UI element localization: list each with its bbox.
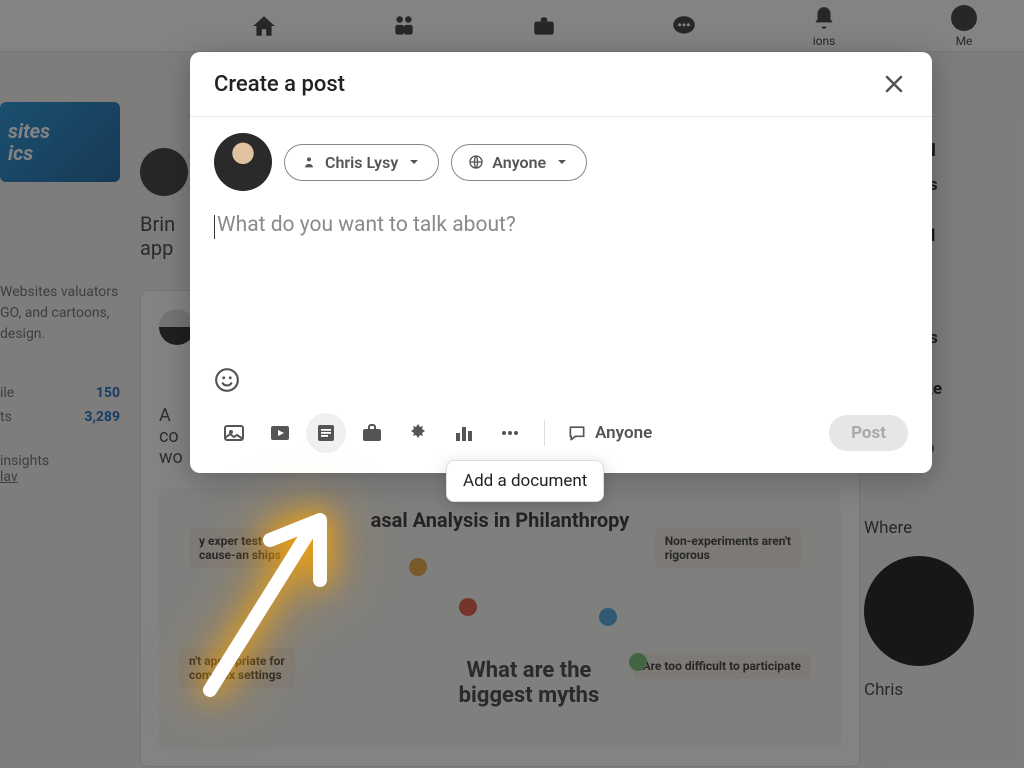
close-icon <box>882 72 906 96</box>
emoji-button[interactable] <box>214 367 240 393</box>
author-name: Chris Lysy <box>325 153 398 172</box>
person-icon <box>301 154 317 170</box>
author-avatar <box>214 133 272 191</box>
author-selector[interactable]: Chris Lysy <box>284 144 439 181</box>
globe-icon <box>468 154 484 170</box>
celebrate-button[interactable] <box>398 413 438 453</box>
post-textarea[interactable]: What do you want to talk about? <box>214 213 908 363</box>
photo-icon <box>222 421 246 445</box>
add-job-button[interactable] <box>352 413 392 453</box>
emoji-icon <box>214 367 240 393</box>
more-button[interactable] <box>490 413 530 453</box>
celebrate-icon <box>406 421 430 445</box>
visibility-selector[interactable]: Anyone <box>451 144 587 181</box>
create-post-modal: Create a post Chris Lysy Anyone What do … <box>190 52 932 473</box>
modal-title: Create a post <box>214 72 345 97</box>
add-photo-button[interactable] <box>214 413 254 453</box>
job-icon <box>360 421 384 445</box>
video-icon <box>268 421 292 445</box>
comment-icon <box>567 423 587 443</box>
chevron-down-icon <box>554 154 570 170</box>
visibility-label: Anyone <box>492 153 546 172</box>
add-poll-button[interactable] <box>444 413 484 453</box>
chevron-down-icon <box>406 154 422 170</box>
comment-visibility-button[interactable]: Anyone <box>559 419 660 447</box>
poll-icon <box>452 421 476 445</box>
divider <box>544 420 545 446</box>
close-button[interactable] <box>880 70 908 98</box>
tooltip: Add a document <box>446 460 604 502</box>
add-document-button[interactable] <box>306 413 346 453</box>
document-icon <box>314 421 338 445</box>
more-icon <box>498 421 522 445</box>
placeholder: What do you want to talk about? <box>217 213 516 237</box>
post-button[interactable]: Post <box>829 415 908 451</box>
add-video-button[interactable] <box>260 413 300 453</box>
